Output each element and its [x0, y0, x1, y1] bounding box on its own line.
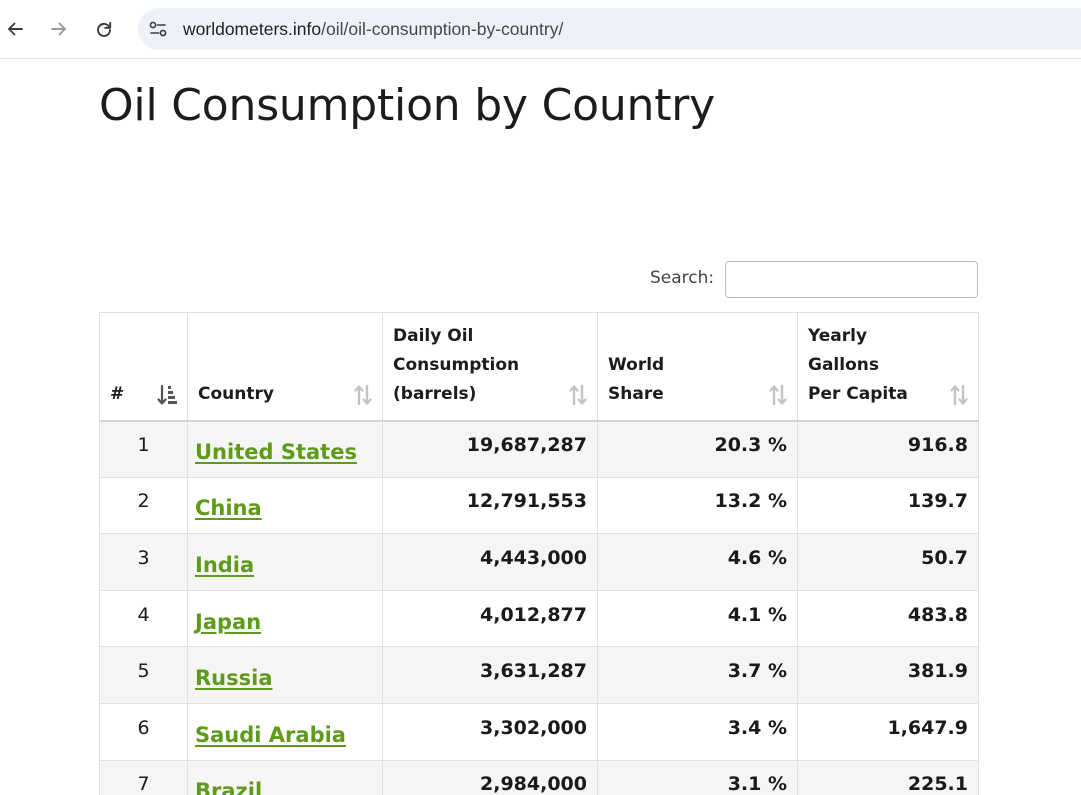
daily-consumption-cell: 3,302,000 — [382, 702, 598, 761]
yearly-gallons-cell: 139.7 — [797, 476, 979, 535]
country-link[interactable]: United States — [195, 440, 357, 464]
yearly-gallons-cell: 50.7 — [797, 533, 979, 591]
header-daily-label: Daily Oil Consumption (barrels) — [393, 322, 587, 409]
site-settings-icon[interactable] — [148, 19, 168, 39]
daily-consumption-cell: 19,687,287 — [382, 420, 598, 478]
sort-both-icon — [769, 384, 787, 405]
header-daily-consumption[interactable]: Daily Oil Consumption (barrels) — [382, 312, 598, 422]
yearly-gallons-cell: 381.9 — [797, 646, 979, 704]
yearly-gallons-cell: 1,647.9 — [797, 702, 979, 761]
world-share-cell: 3.4 % — [597, 702, 798, 761]
rank-cell: 5 — [99, 646, 188, 704]
header-country-label: Country — [198, 383, 274, 404]
back-button[interactable] — [0, 11, 33, 47]
url-host: worldometers.info — [183, 19, 322, 39]
country-cell: China — [187, 476, 383, 535]
table-row: 1 United States 19,687,287 20.3 % 916.8 — [99, 420, 979, 478]
table-row: 3 India 4,443,000 4.6 % 50.7 — [99, 533, 979, 591]
url-path: /oil/oil-consumption-by-country/ — [321, 19, 564, 39]
header-daily-line1: Daily Oil — [393, 325, 474, 346]
browser-toolbar: worldometers.info/oil/oil-consumption-by… — [0, 0, 1081, 59]
sort-both-icon — [354, 384, 372, 405]
address-bar[interactable]: worldometers.info/oil/oil-consumption-by… — [138, 8, 1081, 50]
yearly-gallons-cell: 225.1 — [797, 759, 979, 795]
world-share-cell: 20.3 % — [597, 420, 798, 478]
yearly-gallons-cell: 483.8 — [797, 589, 979, 648]
country-cell: Russia — [187, 646, 383, 704]
daily-consumption-cell: 4,012,877 — [382, 589, 598, 648]
country-link[interactable]: Japan — [195, 610, 261, 634]
header-gallons-label: Yearly Gallons Per Capita — [808, 322, 968, 409]
country-link[interactable]: Brazil — [195, 779, 262, 795]
yearly-gallons-cell: 916.8 — [797, 420, 979, 478]
header-share-label: World Share — [608, 351, 787, 409]
table-row: 7 Brazil 2,984,000 3.1 % 225.1 — [99, 759, 979, 795]
header-country[interactable]: Country — [187, 312, 383, 422]
country-link[interactable]: India — [195, 553, 254, 577]
reload-icon — [97, 21, 112, 37]
country-link[interactable]: Saudi Arabia — [195, 723, 346, 747]
header-daily-line2: Consumption — [393, 354, 520, 375]
daily-consumption-cell: 4,443,000 — [382, 533, 598, 591]
country-cell: Japan — [187, 589, 383, 648]
rank-cell: 7 — [99, 759, 188, 795]
world-share-cell: 4.1 % — [597, 589, 798, 648]
header-share-line2: Share — [608, 383, 664, 404]
search-label: Search: — [650, 268, 715, 288]
country-cell: United States — [187, 420, 383, 478]
world-share-cell: 3.1 % — [597, 759, 798, 795]
header-daily-line3: (barrels) — [393, 383, 477, 404]
country-link[interactable]: Russia — [195, 666, 273, 690]
sort-both-icon — [950, 384, 968, 405]
country-cell: Saudi Arabia — [187, 702, 383, 761]
header-yearly-gallons[interactable]: Yearly Gallons Per Capita — [797, 312, 979, 422]
daily-consumption-cell: 3,631,287 — [382, 646, 598, 704]
table-row: 6 Saudi Arabia 3,302,000 3.4 % 1,647.9 — [99, 702, 979, 761]
header-gallons-line1: Yearly Gallons — [808, 325, 879, 375]
forward-button[interactable] — [41, 11, 77, 47]
world-share-cell: 3.7 % — [597, 646, 798, 704]
header-rank[interactable]: # — [99, 312, 188, 422]
table-row: 2 China 12,791,553 13.2 % 139.7 — [99, 476, 979, 535]
daily-consumption-cell: 12,791,553 — [382, 476, 598, 535]
page-title: Oil Consumption by Country — [99, 80, 716, 131]
header-gallons-line2: Per Capita — [808, 383, 908, 404]
table-row: 5 Russia 3,631,287 3.7 % 381.9 — [99, 646, 979, 704]
rank-cell: 3 — [99, 533, 188, 591]
rank-cell: 6 — [99, 702, 188, 761]
search-input[interactable] — [725, 261, 978, 298]
url-text[interactable]: worldometers.info/oil/oil-consumption-by… — [183, 19, 563, 40]
rank-cell: 1 — [99, 420, 188, 478]
arrow-left-icon — [8, 22, 23, 36]
world-share-cell: 4.6 % — [597, 533, 798, 591]
country-link[interactable]: China — [195, 496, 262, 520]
arrow-right-icon — [51, 22, 66, 36]
sort-ascending-icon — [157, 384, 177, 405]
rank-cell: 2 — [99, 476, 188, 535]
header-world-share[interactable]: World Share — [597, 312, 798, 422]
header-share-line1: World — [608, 354, 665, 375]
world-share-cell: 13.2 % — [597, 476, 798, 535]
rank-cell: 4 — [99, 589, 188, 648]
table-header-row: # Country Daily Oil Consumption (barrels… — [99, 312, 979, 422]
reload-button[interactable] — [86, 11, 122, 47]
daily-consumption-cell: 2,984,000 — [382, 759, 598, 795]
oil-consumption-table: # Country Daily Oil Consumption (barrels… — [99, 312, 979, 795]
country-cell: India — [187, 533, 383, 591]
table-row: 4 Japan 4,012,877 4.1 % 483.8 — [99, 589, 979, 648]
sort-both-icon — [569, 384, 587, 405]
country-cell: Brazil — [187, 759, 383, 795]
